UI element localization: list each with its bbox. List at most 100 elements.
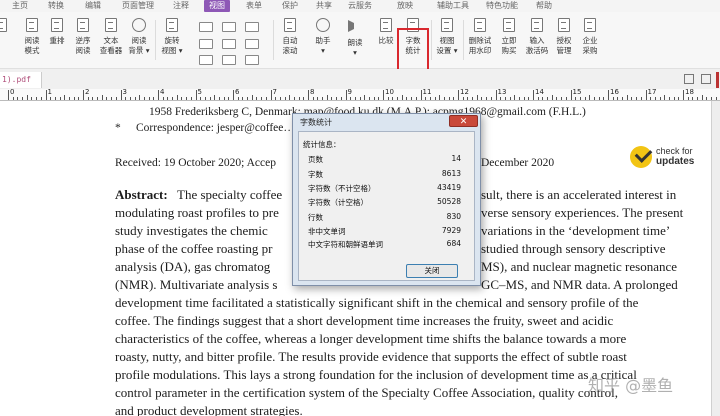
ruler-major-tick bbox=[608, 90, 609, 100]
grid-view-icon[interactable] bbox=[684, 74, 694, 84]
ruler-major-tick bbox=[120, 90, 122, 100]
menu-protect[interactable]: 保护 bbox=[282, 0, 298, 12]
menu-home[interactable]: 主页 bbox=[12, 0, 28, 12]
cover-page-icon[interactable] bbox=[222, 55, 236, 65]
menu-convert[interactable]: 转换 bbox=[48, 0, 64, 12]
menu-cloud[interactable]: 云服务 bbox=[348, 0, 372, 12]
ruler-minor-tick bbox=[17, 97, 19, 100]
ruler-minor-tick bbox=[368, 97, 370, 100]
abstract-heading: Abstract: bbox=[115, 187, 168, 202]
tab-list-icon[interactable] bbox=[701, 74, 711, 84]
menu-edit[interactable]: 编辑 bbox=[85, 0, 101, 12]
ruler-minor-tick bbox=[54, 97, 56, 100]
facing-page-icon[interactable] bbox=[199, 55, 213, 65]
fit-width-icon[interactable] bbox=[245, 39, 259, 49]
menu-accessibility[interactable]: 辅助工具 bbox=[437, 0, 469, 12]
ruler-minor-tick bbox=[115, 97, 117, 100]
check-for-updates-badge[interactable]: check for updates bbox=[628, 145, 708, 170]
abstract-line-7: development time facilitated a statistic… bbox=[115, 295, 639, 310]
ruler-minor-tick bbox=[697, 97, 699, 100]
enterprise-purchase-button[interactable]: 企业 采购 bbox=[575, 18, 605, 56]
text-viewer-button[interactable]: 文本 查看器 bbox=[96, 18, 126, 56]
enter-activation-label: 输入 激活码 bbox=[525, 36, 549, 55]
ruler-minor-tick bbox=[331, 97, 333, 100]
ruler-minor-tick bbox=[701, 95, 703, 100]
ruler-minor-tick bbox=[303, 97, 305, 100]
ruler-minor-tick bbox=[617, 97, 619, 100]
stat-value: 43419 bbox=[437, 183, 461, 192]
ruler-minor-tick bbox=[453, 97, 455, 100]
menu-annotate[interactable]: 注释 bbox=[173, 0, 189, 12]
menu-share[interactable]: 共享 bbox=[316, 0, 332, 12]
ruler-minor-tick bbox=[650, 97, 652, 100]
ruler-minor-tick bbox=[392, 97, 394, 100]
document-tab-bar: 1).pdf bbox=[0, 69, 720, 90]
ruler-minor-tick bbox=[322, 97, 324, 100]
abstract-line-5b: MS), and nuclear magnetic resonance bbox=[481, 259, 678, 274]
ruler-number: 12 bbox=[460, 89, 469, 96]
continuous-page-icon[interactable] bbox=[199, 39, 213, 49]
ruler-minor-tick bbox=[706, 97, 708, 100]
ruler-minor-tick bbox=[668, 97, 670, 100]
ruler-number: 8 bbox=[310, 89, 315, 96]
view-settings-button[interactable]: 视图 设置 ▾ bbox=[432, 18, 462, 56]
text-viewer-icon bbox=[105, 18, 117, 32]
ruler-minor-tick bbox=[36, 97, 38, 100]
menu-slideshow[interactable]: 放映 bbox=[397, 0, 413, 12]
fit-page-icon[interactable] bbox=[245, 22, 259, 32]
stat-value: 50528 bbox=[437, 197, 461, 206]
hand-tool[interactable] bbox=[0, 18, 16, 34]
read-aloud-button[interactable]: 朗读 ▾ bbox=[340, 18, 370, 58]
menu-view[interactable]: 视图 bbox=[204, 0, 230, 12]
menu-help[interactable]: 帮助 bbox=[536, 0, 552, 12]
ruler-minor-tick bbox=[514, 95, 516, 100]
auto-scroll-button[interactable]: 自动 滚动 bbox=[275, 18, 305, 56]
remove-watermark-label: 删除试 用水印 bbox=[468, 36, 492, 55]
enterprise-icon bbox=[584, 18, 596, 32]
menu-features[interactable]: 特色功能 bbox=[486, 0, 518, 12]
ruler-minor-tick bbox=[603, 97, 605, 100]
close-button[interactable]: 关闭 bbox=[406, 264, 458, 278]
reverse-read-button[interactable]: 逆序 阅读 bbox=[68, 18, 98, 56]
stat-row-pages: 页数 14 bbox=[308, 154, 461, 165]
close-icon[interactable]: ✕ bbox=[449, 115, 478, 127]
remove-watermark-button[interactable]: 删除试 用水印 bbox=[465, 18, 495, 56]
document-tab[interactable]: 1).pdf bbox=[0, 72, 42, 88]
ruler-number: 7 bbox=[272, 89, 277, 96]
enterprise-purchase-label: 企业 采购 bbox=[582, 36, 598, 55]
single-page-icon[interactable] bbox=[199, 22, 213, 32]
ruler-minor-tick bbox=[153, 97, 155, 100]
ruler-minor-tick bbox=[401, 95, 403, 100]
ruler-major-tick bbox=[345, 90, 347, 100]
auto-scroll-label: 自动 滚动 bbox=[282, 36, 298, 55]
stat-label: 字符数（不计空格） bbox=[308, 184, 376, 193]
ruler-major-tick bbox=[458, 90, 459, 100]
abstract-line-4a: phase of the coffee roasting pr bbox=[115, 241, 273, 256]
assistant-button[interactable]: 助手 ▾ bbox=[308, 18, 338, 56]
ruler-minor-tick bbox=[425, 97, 427, 100]
vertical-scrollbar[interactable] bbox=[711, 101, 720, 416]
ruler-major-tick bbox=[45, 90, 47, 100]
buy-now-button[interactable]: 立即 购买 bbox=[494, 18, 524, 56]
rotate-icon bbox=[166, 18, 178, 32]
continuous-facing-icon[interactable] bbox=[222, 39, 236, 49]
menu-forms[interactable]: 表单 bbox=[246, 0, 262, 12]
ruler-minor-tick bbox=[476, 95, 478, 100]
rotate-view-button[interactable]: 旋转 视图 ▾ bbox=[157, 18, 187, 56]
ruler-major-tick bbox=[683, 90, 684, 100]
ruler-number: 3 bbox=[122, 89, 127, 96]
ruler-minor-tick bbox=[631, 97, 633, 100]
ruler-minor-tick bbox=[247, 97, 249, 100]
menu-page-management[interactable]: 页面管理 bbox=[122, 0, 154, 12]
ruler-minor-tick bbox=[537, 97, 539, 100]
word-count-dialog: 字数统计 ✕ 统计信息： 页数 14 字数 8613 字符数（不计空格） 434… bbox=[292, 113, 481, 286]
enter-activation-button[interactable]: 输入 激活码 bbox=[522, 18, 552, 56]
read-background-button[interactable]: 阅读 背景 ▾ bbox=[124, 18, 154, 56]
fit-visible-icon[interactable] bbox=[245, 55, 259, 65]
dialog-title: 字数统计 bbox=[300, 118, 332, 127]
ruler-minor-tick bbox=[472, 97, 474, 100]
menu-bar: 主页 转换 编辑 页面管理 注释 视图 表单 保护 共享 云服务 放映 辅助工具… bbox=[0, 0, 720, 12]
ruler-minor-tick bbox=[237, 97, 239, 100]
two-page-icon[interactable] bbox=[222, 22, 236, 32]
ruler-minor-tick bbox=[26, 95, 28, 100]
